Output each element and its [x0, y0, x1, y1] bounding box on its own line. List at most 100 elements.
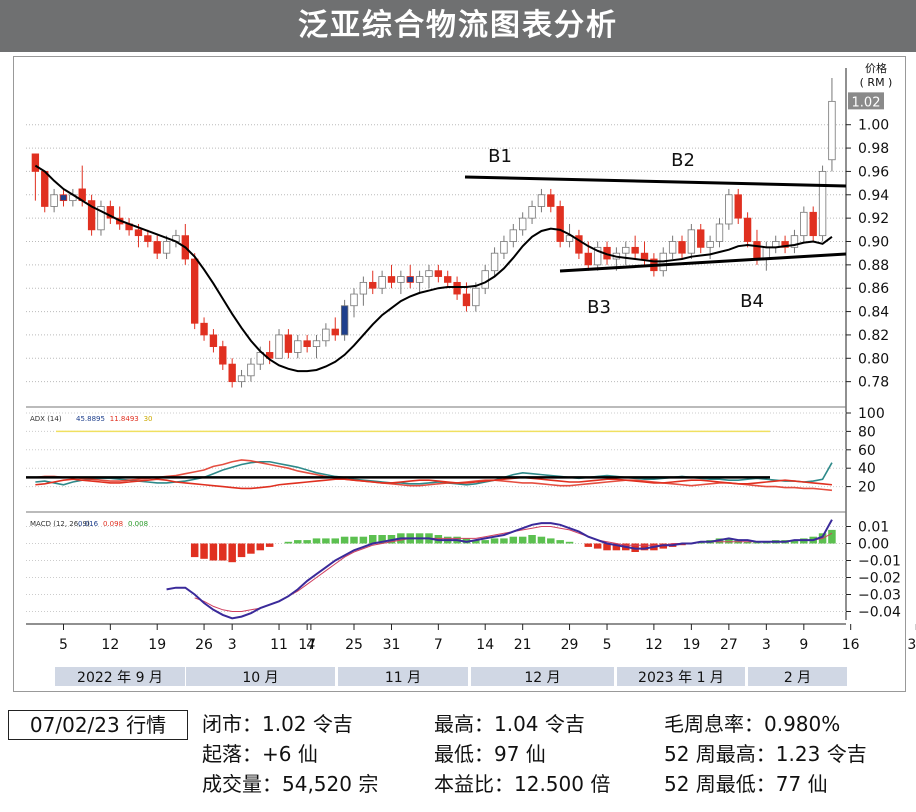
price-tick-label: 0.92	[858, 211, 889, 227]
candle-body	[818, 171, 827, 237]
adx-tick-label: 20	[858, 480, 876, 496]
candle-body	[509, 229, 517, 242]
macd-histogram-bar	[537, 536, 546, 544]
candle-body	[59, 194, 68, 202]
annotation-b3: B3	[587, 297, 611, 318]
macd-histogram-bar	[322, 538, 330, 544]
trade-volume: 成交量：54,520 宗	[202, 772, 379, 796]
adx-legend-value: 11.8493	[110, 415, 139, 423]
macd-legend-value: 0.098	[103, 520, 123, 528]
close-price: 闭市：1.02 令吉	[202, 712, 353, 736]
candle-body	[715, 223, 724, 242]
adx-legend-value: 30	[144, 415, 153, 423]
price-axis-label: 价格	[865, 61, 887, 75]
candle-body	[425, 270, 433, 277]
x-tick-label: 5	[59, 637, 68, 653]
price-tick-label: 0.90	[858, 235, 889, 251]
chart-canvas: 0.78 0.80 0.82 0.84 0.86 0.88 0.90 0.92 0.94 0.96…	[26, 61, 916, 686]
x-tick-label: 12	[645, 637, 663, 653]
month-band-label: 11 月	[385, 670, 421, 686]
macd-legend-value: 0.008	[128, 520, 148, 528]
candle-body	[631, 246, 639, 254]
macd-histogram-bar	[828, 529, 836, 544]
candle-body	[397, 276, 405, 283]
candle-body	[340, 305, 349, 336]
candle-body	[725, 194, 733, 225]
macd-tick-label: −0.01	[858, 554, 901, 570]
macd-histogram-bar	[500, 538, 508, 544]
macd-histogram-bar	[359, 536, 368, 544]
candle-body	[481, 270, 489, 289]
price-tick-label: 0.78	[858, 375, 889, 391]
macd-histogram-bar	[593, 543, 602, 549]
macd-histogram-bar	[331, 538, 340, 544]
candle-body	[247, 363, 255, 377]
adx-tick-label: 100	[858, 406, 885, 422]
candle-body	[209, 334, 218, 348]
macd-histogram-bar	[247, 543, 255, 554]
candle-body	[678, 241, 686, 254]
price-tick-label: 0.80	[858, 351, 889, 367]
price-axis-unit: ( RM )	[860, 76, 893, 89]
candle-body	[50, 194, 58, 207]
candle-body	[462, 293, 471, 307]
macd-histogram-bar	[190, 543, 199, 558]
resistance-trendline	[464, 175, 847, 188]
candle-body	[697, 229, 705, 248]
candle-body	[490, 252, 499, 272]
candle-body	[31, 153, 40, 172]
candle-body	[547, 194, 555, 207]
candle-body	[556, 206, 564, 242]
macd-histogram-bar	[219, 543, 227, 561]
candle-body	[387, 276, 396, 283]
last-price-label: 1.02	[852, 95, 881, 110]
macd-histogram-bar	[209, 543, 218, 561]
price-tick-label: 0.94	[858, 188, 889, 204]
macd-tick-label: −0.03	[858, 588, 901, 604]
support-trendline	[559, 252, 847, 273]
candle-body	[472, 287, 480, 307]
month-band-label: 10 月	[242, 670, 278, 686]
candle-body	[275, 334, 283, 359]
macd-histogram-bar	[200, 543, 208, 559]
candle-body	[294, 340, 302, 353]
stock-info-panel: 07/02/23 行情 闭市：1.02 令吉 起落：+6 仙 成交量：54,52…	[0, 700, 916, 812]
x-tick-label: 16	[842, 637, 860, 653]
candle-body	[444, 276, 452, 283]
price-change: 起落：+6 仙	[202, 742, 318, 766]
x-tick-label: 9	[799, 637, 808, 653]
macd-histogram-bar	[556, 540, 564, 544]
candle-body	[828, 100, 836, 161]
candle-body	[331, 328, 339, 336]
x-tick-label: 25	[345, 637, 363, 653]
adx-tick-label: 60	[858, 443, 876, 459]
x-tick-label: 11	[270, 637, 288, 653]
adx-legend-title: ADX (14)	[30, 415, 62, 423]
macd-histogram-bar	[481, 540, 489, 544]
x-tick-label: 3	[228, 637, 237, 653]
candle-body	[687, 229, 696, 254]
candle-body	[528, 206, 536, 219]
x-tick-label: 27	[720, 637, 738, 653]
macd-tick-label: 0.01	[858, 520, 889, 536]
macd-histogram-bar	[509, 536, 518, 544]
macd-histogram-bar	[528, 535, 536, 544]
week52-high: 52 周最高：1.23 令吉	[664, 742, 867, 766]
candle-body	[369, 281, 377, 289]
macd-histogram-bar	[284, 541, 293, 544]
candle-body	[500, 241, 508, 254]
candle-body	[237, 375, 246, 383]
candle-body	[191, 258, 199, 324]
price-tick-label: 0.98	[858, 141, 889, 157]
month-band-label: 2023 年 1 月	[638, 670, 724, 686]
candle-body	[706, 241, 714, 248]
price-tick-label: 0.88	[858, 258, 889, 274]
annotation-b4: B4	[740, 291, 764, 312]
week52-low: 52 周最低：77 仙	[664, 772, 828, 796]
macd-histogram-bar	[256, 543, 265, 551]
x-tick-label: 21	[514, 637, 532, 653]
macd-histogram-bar	[303, 540, 311, 544]
x-tick-label: 4	[306, 637, 315, 653]
candle-body	[284, 334, 293, 353]
candle-body	[144, 235, 152, 242]
